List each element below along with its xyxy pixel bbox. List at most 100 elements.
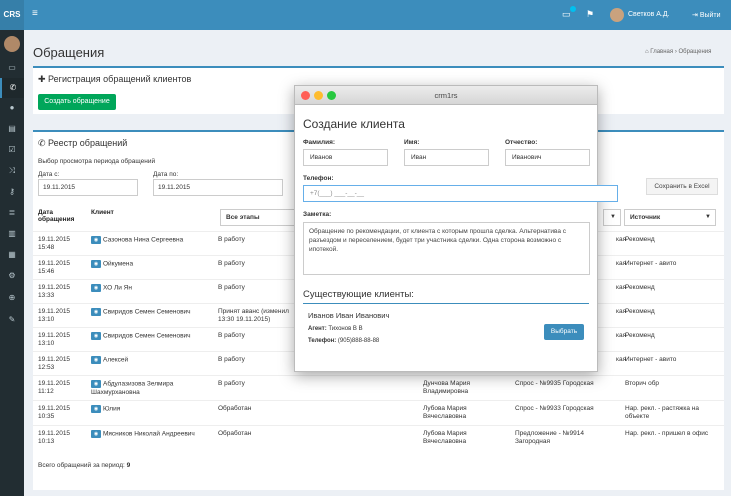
eye-icon[interactable]: ◉: [91, 380, 101, 388]
row-date: 19.11.2015 12:53: [38, 356, 71, 371]
row-source: Рекоменд: [625, 284, 655, 291]
registry-title-text: Реестр обращений: [48, 138, 128, 148]
total-value: 9: [126, 462, 131, 469]
row-stage: В работу: [218, 260, 245, 267]
existing-client-name: Иванов Иван Иванович: [308, 311, 390, 320]
user-icon[interactable]: ●: [0, 98, 24, 118]
stage-select[interactable]: Все этапы: [220, 209, 300, 226]
eye-icon[interactable]: ◉: [91, 260, 101, 268]
breadcrumb: ⌂ Главная › Обращения: [645, 49, 712, 55]
edit-icon[interactable]: ✎: [0, 310, 24, 330]
database-icon[interactable]: ≣: [0, 203, 24, 223]
row-stage: В работу: [218, 284, 245, 291]
total-label: Всего обращений за период:: [38, 462, 125, 469]
flag-icon[interactable]: ⚑: [586, 9, 594, 20]
row-offer: Спрос - №9935 Городская: [515, 380, 594, 387]
date-from-label: Дата с:: [38, 171, 60, 178]
row-source: Интернет - авито: [625, 356, 677, 363]
page-title: Обращения: [33, 45, 105, 60]
table-row[interactable]: 19.11.2015 10:13 ◉ Мясников Николай Андрее…: [33, 425, 724, 453]
date-to-input[interactable]: 19.11.2015: [153, 179, 283, 196]
note-label: Заметка:: [303, 211, 332, 218]
key-icon[interactable]: ⚷: [0, 182, 24, 202]
create-request-button[interactable]: Создать обращение: [38, 94, 116, 110]
eye-icon[interactable]: ◉: [91, 308, 101, 316]
phone-icon: ✆: [38, 138, 49, 148]
breadcrumb-home[interactable]: Главная: [650, 49, 673, 55]
row-client[interactable]: ◉ Свиридов Семен Семенович: [91, 332, 191, 341]
source-select[interactable]: Источник ▼: [624, 209, 716, 226]
sidebar-avatar[interactable]: [4, 36, 20, 52]
row-source: Рекоменд: [625, 332, 655, 339]
name-field[interactable]: Иван: [404, 149, 489, 166]
row-offer: Спрос - №9933 Городская: [515, 405, 594, 412]
select-client-button[interactable]: Выбрать: [544, 324, 584, 340]
patronymic-label: Отчество:: [505, 139, 538, 146]
row-date: 19.11.2015 10:13: [38, 430, 71, 445]
eye-icon[interactable]: ◉: [91, 284, 101, 292]
patronymic-field[interactable]: Иванович: [505, 149, 590, 166]
existing-client-agent: Агент: Тихонов В В: [308, 326, 363, 332]
row-client[interactable]: ◉ Юлия: [91, 405, 120, 414]
surname-label: Фамилия:: [303, 139, 336, 146]
table-row[interactable]: 19.11.2015 11:12 ◉ Абдулазизова Зелмира Ша…: [33, 375, 724, 400]
modal-heading: Создание клиента: [303, 117, 405, 131]
notification-badge: [570, 6, 576, 12]
table-row[interactable]: 19.11.2015 10:35 ◉ Юлия Обработан Лубова М…: [33, 400, 724, 425]
calendar-icon[interactable]: ▦: [0, 245, 24, 265]
tools-icon[interactable]: ⚙: [0, 266, 24, 286]
stage-select-value: Все этапы: [226, 214, 260, 221]
row-client[interactable]: ◉ Сазонова Нина Сергеевна: [91, 236, 183, 245]
monitor-icon[interactable]: ▭: [562, 9, 571, 20]
date-to-label: Дата по:: [153, 171, 179, 178]
date-from-input[interactable]: 19.11.2015: [38, 179, 138, 196]
row-date: 19.11.2015 15:48: [38, 236, 71, 251]
user-name[interactable]: Светков А.Д.: [628, 11, 670, 18]
surname-field[interactable]: Иванов: [303, 149, 388, 166]
user-avatar[interactable]: [610, 8, 624, 22]
chevron-down-icon: ▼: [610, 214, 616, 220]
hamburger-icon[interactable]: ≡: [32, 8, 38, 19]
phone-field[interactable]: +7(___) ___-__-__: [303, 185, 618, 202]
globe-icon[interactable]: ⊕: [0, 288, 24, 308]
phone-value: (905)888-88-88: [337, 338, 380, 344]
divider: [303, 303, 589, 304]
registration-title-text: Регистрация обращений клиентов: [48, 74, 192, 84]
check-icon[interactable]: ☑: [0, 140, 24, 160]
note-textarea[interactable]: Обращение по рекомендации, от клиента с …: [303, 222, 590, 275]
chart-icon[interactable]: ▥: [0, 224, 24, 244]
row-source: Нар. рекл. - пришел в офис: [625, 430, 709, 437]
export-excel-button[interactable]: Сохранить в Excel: [646, 178, 718, 195]
phone-icon[interactable]: ✆: [0, 78, 24, 98]
eye-icon[interactable]: ◉: [91, 332, 101, 340]
row-date: 19.11.2015 13:33: [38, 284, 71, 299]
shuffle-icon[interactable]: ⤨: [0, 161, 24, 181]
row-stage: Принят аванс (изменил 13:30 19.11.2015): [218, 308, 289, 323]
eye-icon[interactable]: ◉: [91, 356, 101, 364]
top-navbar: CRS ≡ ▭ ⚑ Светков А.Д. ⇥ Выйти: [0, 0, 731, 30]
breadcrumb-current: Обращения: [678, 49, 712, 55]
eye-icon[interactable]: ◉: [91, 430, 101, 438]
document-icon[interactable]: ▤: [0, 119, 24, 139]
logout-icon: ⇥: [692, 12, 700, 19]
desktop-icon[interactable]: ▭: [0, 58, 24, 78]
offer-select[interactable]: ▼: [603, 209, 621, 226]
row-source: Рекоменд: [625, 236, 655, 243]
row-client[interactable]: ◉ Абдулазизова Зелмира Шахмурхановна: [91, 380, 211, 397]
row-client[interactable]: ◉ Мясников Николай Андреевич: [91, 430, 195, 439]
row-client[interactable]: ◉ Свиридов Семен Семенович: [91, 308, 191, 317]
logout-label: Выйти: [699, 12, 721, 19]
existing-clients-heading: Существующие клиенты:: [303, 289, 414, 300]
row-client[interactable]: ◉ ХО Ли Ян: [91, 284, 132, 293]
period-label: Выбор просмотра периода обращений: [38, 158, 156, 165]
name-label: Имя:: [404, 139, 420, 146]
row-client[interactable]: ◉ Ойкумена: [91, 260, 133, 269]
eye-icon[interactable]: ◉: [91, 236, 101, 244]
row-date: 19.11.2015 13:10: [38, 308, 71, 323]
row-client[interactable]: ◉ Алексей: [91, 356, 128, 365]
app-logo[interactable]: CRS: [0, 0, 24, 30]
window-titlebar[interactable]: crm1rs: [295, 86, 597, 105]
existing-client-phone: Телефон: (905)888-88-88: [308, 338, 379, 344]
logout-button[interactable]: ⇥ Выйти: [692, 11, 721, 19]
eye-icon[interactable]: ◉: [91, 405, 101, 413]
